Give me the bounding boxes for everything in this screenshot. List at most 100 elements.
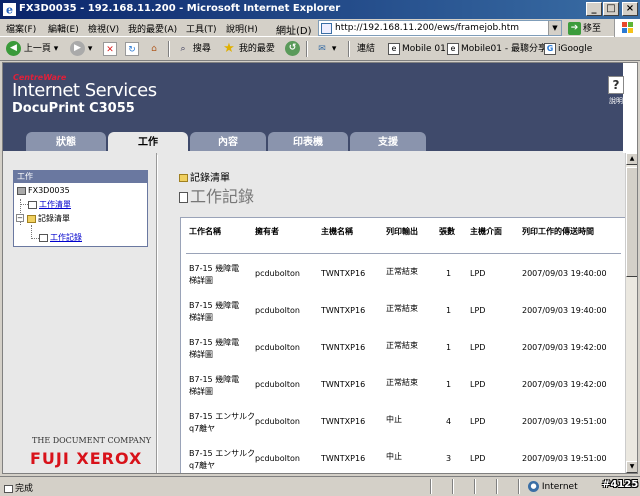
cell-host: TWNTXP16 <box>321 306 366 315</box>
status-text-label: 完成 <box>15 484 34 494</box>
globe-icon: e <box>388 42 400 55</box>
collapse-icon[interactable]: − <box>16 214 24 222</box>
cell-job-name-line2: q7離ヤ <box>189 424 216 433</box>
back-button[interactable]: ◀ 上一頁 ▾ <box>6 41 58 57</box>
history-button[interactable]: ↺ <box>285 41 300 57</box>
cell-output: 正常結束 <box>386 267 418 276</box>
cell-job-name-line2: 梯詳圖 <box>189 313 213 322</box>
address-url[interactable]: http://192.168.11.200/ews/framejob.htm <box>335 23 519 33</box>
go-arrow-icon: ➔ <box>568 22 581 35</box>
scroll-up-icon[interactable]: ▲ <box>626 153 637 165</box>
cell-owner: pcdubolton <box>255 269 300 278</box>
link-igoogle[interactable]: GiGoogle <box>544 41 592 57</box>
zone-indicator: ● Internet <box>528 481 578 492</box>
tab-status[interactable]: 狀態 <box>26 132 106 153</box>
tree-root-label: FX3D0035 <box>28 186 70 195</box>
link-label: iGoogle <box>558 44 593 54</box>
cell-job-name: B7-15 幾障電 <box>189 375 240 384</box>
cell-job-name-line2: 梯詳圖 <box>189 350 213 359</box>
toolbar-separator <box>306 41 308 57</box>
printer-icon <box>17 186 26 195</box>
menu-edit[interactable]: 編輯(E) <box>48 22 79 35</box>
tree-root[interactable]: FX3D0035 <box>17 186 70 195</box>
tree-item-job-history[interactable]: 工作記錄 <box>39 232 82 243</box>
status-divider <box>474 479 476 494</box>
search-button[interactable]: ⌕ 搜尋 <box>176 41 210 57</box>
page-title-label: 工作記錄 <box>190 187 255 206</box>
toolbar: ◀ 上一頁 ▾ ▶ ▾ ✕ ↻ ⌂ ⌕ 搜尋 ★ 我的最愛 ↺ ✉ ▾ 連結 e… <box>0 37 640 61</box>
forward-arrow-icon: ▶ <box>70 41 85 56</box>
help-icon[interactable]: ? <box>608 76 624 94</box>
menu-file[interactable]: 檔案(F) <box>6 22 36 35</box>
tree-item-history-folder[interactable]: 記錄清單 <box>27 213 70 224</box>
cell-owner: pcdubolton <box>255 343 300 352</box>
column-header-owner: 擁有者 <box>255 227 279 236</box>
menu-favorites[interactable]: 我的最愛(A) <box>128 22 177 35</box>
tab-printer[interactable]: 印表機 <box>268 132 348 153</box>
scroll-thumb[interactable] <box>626 167 637 277</box>
cell-interface: LPD <box>470 306 486 315</box>
link-mobile01[interactable]: e Mobile 01 <box>388 41 446 57</box>
cell-output: 正常結束 <box>386 304 418 313</box>
tab-properties[interactable]: 內容 <box>190 132 266 153</box>
links-label: 連結 <box>357 44 376 54</box>
back-arrow-icon: ◀ <box>6 41 21 56</box>
status-divider <box>496 479 498 494</box>
cell-interface: LPD <box>470 380 486 389</box>
maximize-button[interactable]: □ <box>603 2 619 16</box>
column-header-host: 主機名稱 <box>321 227 353 236</box>
go-button[interactable]: ➔ 移至 <box>568 21 601 35</box>
search-icon: ⌕ <box>180 43 186 54</box>
menu-tools[interactable]: 工具(T) <box>186 22 217 35</box>
vertical-scrollbar[interactable]: ▲ ▼ <box>625 153 637 473</box>
toolbar-separator <box>348 41 350 57</box>
tab-support[interactable]: 支援 <box>350 132 426 153</box>
cell-count: 1 <box>446 306 452 315</box>
mail-button[interactable]: ✉ ▾ <box>315 41 336 57</box>
cell-output: 正常結束 <box>386 341 418 350</box>
company-tagline: THE DOCUMENT COMPANY <box>32 436 152 445</box>
cell-send-time: 2007/09/03 19:40:00 <box>522 306 607 315</box>
menu-view[interactable]: 檢視(V) <box>88 22 119 35</box>
menu-help[interactable]: 說明(H) <box>226 22 258 35</box>
favorites-button[interactable]: ★ 我的最愛 <box>222 41 275 57</box>
column-header-send-time: 列印工作的傳送時間 <box>522 227 594 236</box>
folder-icon <box>27 214 36 223</box>
tree-item-job-list[interactable]: 工作清單 <box>28 199 71 210</box>
page-status-icon <box>4 484 13 493</box>
product-name: DocuPrint C3055 <box>12 101 135 116</box>
cell-send-time: 2007/09/03 19:42:00 <box>522 343 607 352</box>
minimize-button[interactable]: _ <box>586 2 602 16</box>
link-label: Mobile01 - 最聰分享 <box>461 44 547 54</box>
menu-bar: 檔案(F) 編輯(E) 檢視(V) 我的最愛(A) 工具(T) 說明(H) 網址… <box>0 19 640 37</box>
home-button[interactable]: ⌂ <box>147 41 161 57</box>
cell-host: TWNTXP16 <box>321 380 366 389</box>
watermark: #4125 <box>602 479 639 490</box>
close-button[interactable]: × <box>622 2 638 16</box>
stop-button[interactable]: ✕ <box>103 41 117 57</box>
address-label: 網址(D) <box>276 26 312 37</box>
help-label[interactable]: 說明 <box>609 96 623 106</box>
left-nav: 工作 FX3D0035 工作清單 − 記錄清單 工作記錄 THE DOCUMEN… <box>3 153 157 473</box>
toolbar-separator <box>168 41 170 57</box>
column-header-count: 張數 <box>439 227 455 236</box>
address-dropdown-icon[interactable]: ▼ <box>548 21 561 35</box>
cell-count: 1 <box>446 269 452 278</box>
cell-count: 1 <box>446 380 452 389</box>
forward-button[interactable]: ▶ ▾ <box>70 41 92 57</box>
address-input[interactable]: http://192.168.11.200/ews/framejob.htm ▼ <box>318 20 562 36</box>
tree-item-history-folder-label: 記錄清單 <box>38 214 70 223</box>
document-icon <box>28 200 37 209</box>
globe-icon: e <box>447 42 459 55</box>
mail-icon: ✉ <box>318 43 326 54</box>
refresh-button[interactable]: ↻ <box>125 41 139 57</box>
main-panel: 記錄清單 工作記錄 工作名稱 擁有者 主機名稱 列印輸出 張數 主機介面 列印工… <box>158 153 628 473</box>
document-icon <box>179 192 188 203</box>
cell-host: TWNTXP16 <box>321 269 366 278</box>
link-mobile01-share[interactable]: e Mobile01 - 最聰分享 <box>447 41 547 57</box>
breadcrumb[interactable]: 記錄清單 <box>179 169 230 184</box>
cell-owner: pcdubolton <box>255 306 300 315</box>
cell-interface: LPD <box>470 454 486 463</box>
scroll-down-icon[interactable]: ▼ <box>626 461 637 473</box>
folder-icon <box>179 174 188 182</box>
